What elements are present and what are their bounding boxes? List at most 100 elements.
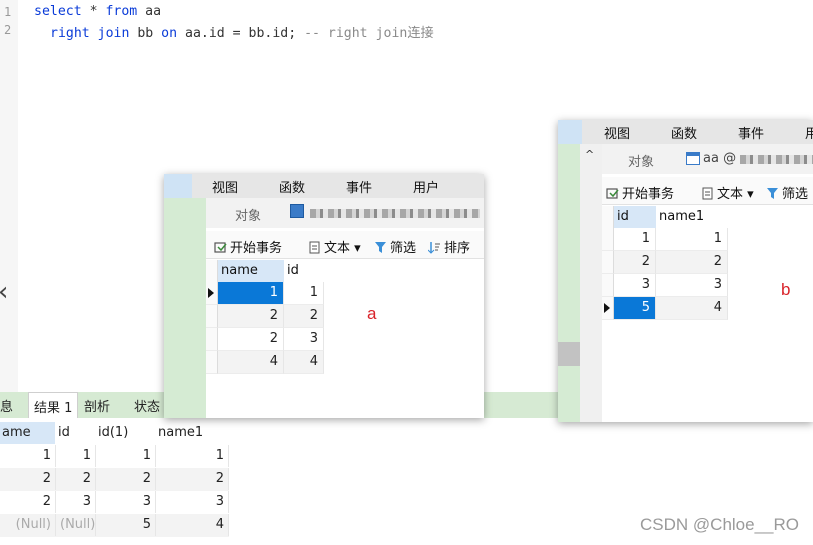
null-cell[interactable]: (Null) — [0, 514, 56, 536]
menu-item-view[interactable]: 视图 — [604, 123, 630, 142]
table-cell[interactable]: 2 — [156, 468, 229, 490]
column-header[interactable]: id — [614, 206, 656, 228]
row-indicator[interactable] — [206, 282, 218, 305]
button-label: 文本 — [324, 241, 351, 256]
table-cell[interactable]: 2 — [218, 328, 284, 351]
table-cell[interactable]: 3 — [656, 274, 728, 297]
row-indicator-header — [602, 206, 614, 228]
row-indicator[interactable] — [602, 228, 614, 251]
table-cell-selected[interactable]: 5 — [614, 297, 656, 320]
menu-selection — [558, 120, 582, 144]
menu-item-user[interactable]: 用 — [805, 123, 813, 142]
text-view-button[interactable]: 文本 ▾ — [309, 237, 361, 256]
button-label: 文本 — [717, 187, 744, 202]
row-indicator[interactable] — [206, 328, 218, 351]
tab-result-1[interactable]: 结果 1 — [28, 392, 79, 418]
data-toolbar: 开始事务 文本 ▾ 筛选 — [602, 177, 813, 205]
menu-item-view[interactable]: 视图 — [212, 177, 238, 196]
scroll-up-icon[interactable]: ^ — [585, 148, 594, 161]
code-line-1[interactable]: select * from aa — [34, 4, 161, 19]
document-icon — [702, 187, 713, 200]
column-header[interactable]: name1 — [656, 206, 728, 228]
column-header[interactable]: ame — [0, 422, 55, 444]
table-cell[interactable]: 4 — [284, 351, 324, 374]
row-indicator[interactable] — [206, 351, 218, 374]
row-indicator[interactable] — [602, 274, 614, 297]
begin-transaction-button[interactable]: 开始事务 — [606, 183, 674, 202]
keyword: select — [34, 4, 82, 19]
table-cell[interactable]: 5 — [96, 514, 156, 536]
row-indicator[interactable] — [602, 297, 614, 320]
table-cell[interactable]: 1 — [0, 445, 56, 467]
line-gutter — [0, 0, 18, 392]
menu-item-function[interactable]: 函数 — [279, 177, 305, 196]
table-cell[interactable]: 2 — [218, 305, 284, 328]
column-header[interactable]: id — [56, 422, 94, 444]
table-cell[interactable]: 1 — [156, 445, 229, 467]
column-header[interactable]: name1 — [156, 422, 228, 444]
table-cell[interactable]: 4 — [156, 514, 229, 536]
menu-item-user[interactable]: 用户 — [413, 177, 439, 196]
table-cell[interactable]: 2 — [614, 251, 656, 274]
column-header[interactable]: id — [284, 260, 324, 282]
column-header[interactable]: name — [218, 260, 284, 282]
filter-button[interactable]: 筛选 — [374, 237, 416, 256]
table-window-a[interactable]: 视图 函数 事件 用户 对象 开始事务 文本 ▾ 筛选 排序 name id 1… — [164, 174, 484, 418]
row-indicator[interactable] — [602, 251, 614, 274]
tab-objects[interactable]: 对象 — [628, 151, 654, 170]
line-number: 2 — [4, 23, 12, 37]
table-cell-selected[interactable]: 1 — [218, 282, 284, 305]
text-view-button[interactable]: 文本 ▾ — [702, 183, 754, 202]
table-cell[interactable]: 3 — [56, 491, 96, 513]
begin-transaction-button[interactable]: 开始事务 — [214, 237, 282, 256]
document-icon — [309, 241, 320, 254]
menu-bar: 视图 函数 事件 用户 — [164, 174, 484, 198]
table-cell[interactable]: 3 — [96, 491, 156, 513]
null-cell[interactable]: (Null) — [56, 514, 96, 536]
code-line-2[interactable]: right join bb on aa.id = bb.id; -- right… — [50, 22, 434, 41]
code-text: aa — [137, 4, 162, 19]
table-cell[interactable]: 1 — [614, 228, 656, 251]
table-cell[interactable]: 2 — [656, 251, 728, 274]
tab-objects[interactable]: 对象 — [235, 205, 261, 224]
menu-item-event[interactable]: 事件 — [346, 177, 372, 196]
table-cell[interactable]: 1 — [656, 228, 728, 251]
table-cell[interactable]: 4 — [656, 297, 728, 320]
line-number: 1 — [4, 5, 12, 19]
object-sidebar — [164, 198, 206, 418]
data-toolbar: 开始事务 文本 ▾ 筛选 排序 — [206, 231, 484, 259]
table-cell[interactable]: 2 — [284, 305, 324, 328]
table-cell[interactable]: 2 — [0, 468, 56, 490]
tab-status[interactable]: 状态 — [134, 396, 160, 415]
table-cell[interactable]: 3 — [284, 328, 324, 351]
table-window-b[interactable]: 视图 函数 事件 用 ^ 对象 aa @ 开始事务 文本 ▾ 筛选 id nam… — [558, 120, 813, 422]
row-indicator[interactable] — [206, 305, 218, 328]
column-header[interactable]: id(1) — [96, 422, 154, 444]
table-cell[interactable]: 1 — [56, 445, 96, 467]
vertical-scrollbar[interactable]: ^ — [580, 144, 602, 422]
chevron-left-icon[interactable]: ‹ — [0, 277, 8, 307]
keyword: on — [161, 26, 178, 41]
table-cell[interactable]: 3 — [614, 274, 656, 297]
table-cell[interactable]: 1 — [96, 445, 156, 467]
table-cell[interactable]: 4 — [218, 351, 284, 374]
tab-message[interactable]: 息 — [0, 396, 13, 415]
menu-bar: 视图 函数 事件 用 — [558, 120, 813, 144]
menu-item-event[interactable]: 事件 — [738, 123, 764, 142]
table-cell[interactable]: 1 — [284, 282, 324, 305]
filter-button[interactable]: 筛选 — [766, 183, 808, 202]
table-tab-label[interactable]: aa @ — [703, 151, 736, 166]
scrollbar-thumb[interactable] — [558, 342, 580, 366]
table-cell[interactable]: 3 — [156, 491, 229, 513]
menu-item-function[interactable]: 函数 — [671, 123, 697, 142]
object-sidebar — [558, 144, 580, 422]
filter-icon — [375, 242, 386, 253]
table-cell[interactable]: 2 — [0, 491, 56, 513]
table-cell[interactable]: 2 — [56, 468, 96, 490]
transaction-icon — [214, 242, 227, 253]
tab-profile[interactable]: 剖析 — [84, 396, 110, 415]
button-label: 开始事务 — [230, 241, 283, 256]
button-label: 筛选 — [782, 187, 809, 202]
table-cell[interactable]: 2 — [96, 468, 156, 490]
sort-button[interactable]: 排序 — [428, 237, 470, 256]
